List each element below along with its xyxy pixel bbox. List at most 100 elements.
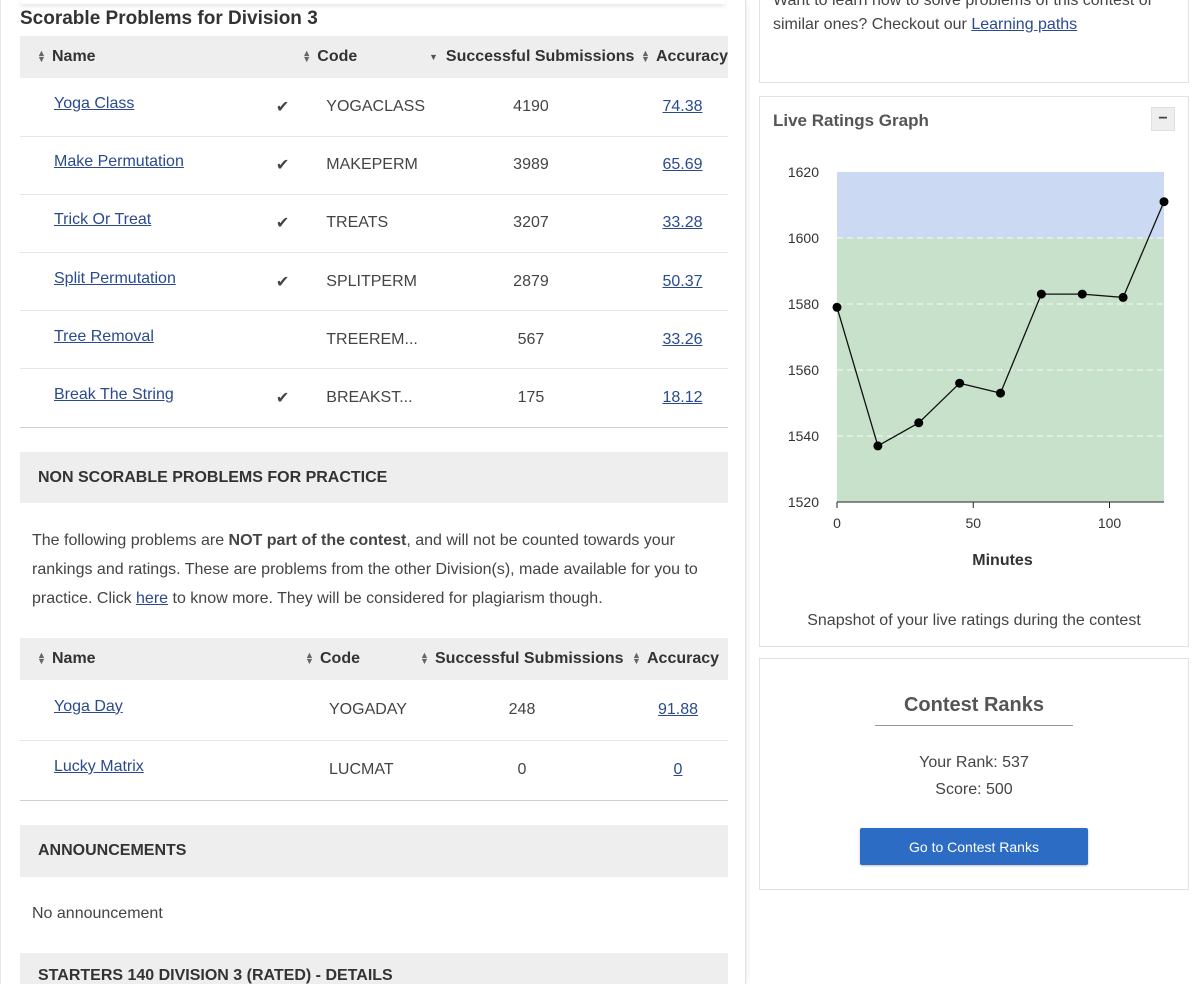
sort-icon: ▲ ▼ [632, 649, 641, 666]
solved-check-icon: ✔ [275, 390, 290, 408]
practice-heading: NON SCORABLE PROBLEMS FOR PRACTICE [20, 452, 728, 503]
problem-name-cell: Yoga Day [20, 680, 265, 741]
details-heading: STARTERS 140 DIVISION 3 (RATED) - DETAIL… [20, 953, 728, 984]
x-tick-label: 0 [833, 515, 841, 531]
accuracy-cell: 33.26 [636, 310, 728, 370]
no-announcement-text: No announcement [32, 905, 163, 922]
table-row: Yoga Day YOGADAY 248 91.88 [20, 680, 728, 741]
problem-link[interactable]: Yoga Class [54, 95, 134, 112]
accuracy-link[interactable]: 91.88 [658, 701, 698, 718]
problem-name-cell: Lucky Matrix [20, 740, 265, 801]
successful-submissions: 3989 [424, 136, 637, 195]
problem-name-cell: Split Permutation [20, 252, 263, 312]
sort-icon: ▲ ▼ [302, 47, 312, 64]
announcements-heading: ANNOUNCEMENTS [20, 825, 728, 877]
successful-submissions: 175 [424, 368, 637, 428]
y-tick-label: 1600 [788, 230, 819, 246]
accuracy-cell: 65.69 [636, 136, 728, 195]
accuracy-link[interactable]: 18.12 [662, 389, 702, 406]
ranks-title: Contest Ranks [875, 694, 1073, 726]
accuracy-link[interactable]: 33.28 [662, 214, 702, 231]
rating-point [955, 378, 965, 388]
practice-description: The following problems are NOT part of t… [32, 532, 698, 607]
problem-code: YOGADAY [305, 680, 416, 741]
know-more-link[interactable]: here [136, 590, 168, 607]
sort-desc-icon: ▼ [428, 51, 438, 62]
successful-submissions: 2879 [424, 252, 637, 312]
solved-check-icon: ✔ [275, 273, 290, 291]
practice-table: ▲ ▼ Name ▲ ▼ Code ▲ ▼ Successful Submissions ▲… [20, 638, 728, 801]
sort-icon: ▲ ▼ [420, 649, 429, 666]
problem-code: YOGACLASS [302, 78, 425, 137]
live-ratings-card: Live Ratings Graph − 1520 1540 1560 1580 160… [759, 96, 1189, 647]
problem-code: SPLITPERM [302, 252, 425, 312]
table-row: Make Permutation ✔ MAKEPERM 3989 65.69 [20, 136, 728, 195]
accuracy-link[interactable]: 50.37 [662, 273, 702, 290]
table-row: Split Permutation ✔ SPLITPERM 2879 50.37 [20, 252, 728, 312]
x-axis-label: Minutes [972, 552, 1033, 569]
rating-point [873, 441, 883, 451]
accuracy-cell: 50.37 [636, 252, 728, 312]
solved-check-icon: ✔ [275, 215, 290, 233]
header-accuracy[interactable]: ▲ ▼ Accuracy [628, 638, 728, 680]
header-name[interactable]: ▲ ▼ Name [20, 36, 263, 78]
y-tick-label: 1540 [788, 428, 819, 444]
learning-text: Want to learn how to solve problems of t… [773, 0, 1154, 33]
snapshot-caption: Snapshot of your live ratings during the… [807, 612, 1141, 629]
y-tick-label: 1580 [788, 296, 819, 312]
problem-name-cell: Tree Removal [20, 310, 263, 370]
header-code[interactable]: ▲ ▼ Code [302, 36, 425, 78]
accuracy-link[interactable]: 65.69 [662, 156, 702, 173]
accuracy-link[interactable]: 33.26 [662, 331, 702, 348]
header-submissions[interactable]: ▲ ▼ Successful Submissions [416, 638, 628, 680]
accuracy-link[interactable]: 0 [674, 761, 683, 778]
table-row: Yoga Class ✔ YOGACLASS 4190 74.38 [20, 78, 728, 137]
header-accuracy[interactable]: ▲ ▼ Accuracy [637, 36, 728, 78]
header-code[interactable]: ▲ ▼ Code [305, 638, 416, 680]
accuracy-link[interactable]: 74.38 [662, 98, 702, 115]
table-row: Lucky Matrix LUCMAT 0 0 [20, 740, 728, 801]
rating-point [832, 302, 842, 312]
solved-check-icon: ✔ [275, 98, 290, 116]
accuracy-cell: 0 [628, 740, 728, 801]
problem-link[interactable]: Break The String [54, 386, 174, 403]
problem-link[interactable]: Split Permutation [54, 270, 176, 287]
rating-point [1036, 289, 1046, 299]
sort-icon: ▲ ▼ [305, 649, 314, 666]
ratings-chart: 1520 1540 1560 1580 1600 1620 0 50 100 Minutes [788, 164, 1169, 569]
rating-point [1077, 289, 1087, 299]
successful-submissions: 0 [416, 740, 628, 801]
header-submissions[interactable]: ▼ Successful Submissions [425, 36, 637, 78]
y-tick-label: 1520 [788, 494, 819, 510]
problem-link[interactable]: Trick Or Treat [54, 211, 151, 228]
sort-icon: ▲ ▼ [37, 47, 46, 64]
problem-link[interactable]: Yoga Day [54, 698, 123, 715]
problem-name-cell: Trick Or Treat [20, 194, 263, 254]
problem-link[interactable]: Lucky Matrix [54, 758, 144, 775]
accuracy-cell: 18.12 [636, 368, 728, 428]
accuracy-cell: 91.88 [628, 680, 728, 741]
learning-card: Want to learn how to solve problems of t… [759, 0, 1189, 83]
scorable-title: Scorable Problems for Division 3 [20, 8, 318, 29]
successful-submissions: 3207 [424, 194, 637, 254]
header-name[interactable]: ▲ ▼ Name [20, 638, 265, 680]
y-tick-label: 1560 [788, 362, 819, 378]
rating-point [996, 388, 1005, 398]
problem-link[interactable]: Tree Removal [54, 328, 154, 345]
problem-link[interactable]: Make Permutation [54, 153, 184, 170]
successful-submissions: 567 [424, 310, 637, 370]
table-header: ▲ ▼ Name ▲ ▼ Code ▲ ▼ Successful Submissions ▲… [20, 638, 728, 680]
top-card-edge [21, 0, 725, 4]
solved-check-icon: ✔ [275, 157, 290, 175]
table-row: Trick Or Treat ✔ TREATS 3207 33.28 [20, 194, 728, 254]
problem-name-cell: Make Permutation [20, 136, 263, 195]
go-to-contest-ranks-button[interactable]: Go to Contest Ranks [860, 828, 1088, 865]
problem-name-cell: Yoga Class [20, 78, 263, 137]
main-content: Scorable Problems for Division 3 ▲ ▼ Name … [0, 0, 746, 984]
contest-ranks-card: Contest Ranks Your Rank: 537 Score: 500 … [759, 658, 1189, 890]
table-header: ▲ ▼ Name ▲ ▼ Code ▼ Successful Submissions ▲ ▼… [20, 36, 728, 78]
collapse-button[interactable]: − [1151, 107, 1175, 131]
your-rank: Your Rank: 537 [919, 754, 1029, 771]
learning-paths-link[interactable]: Learning paths [971, 16, 1077, 33]
accuracy-cell: 33.28 [636, 194, 728, 254]
